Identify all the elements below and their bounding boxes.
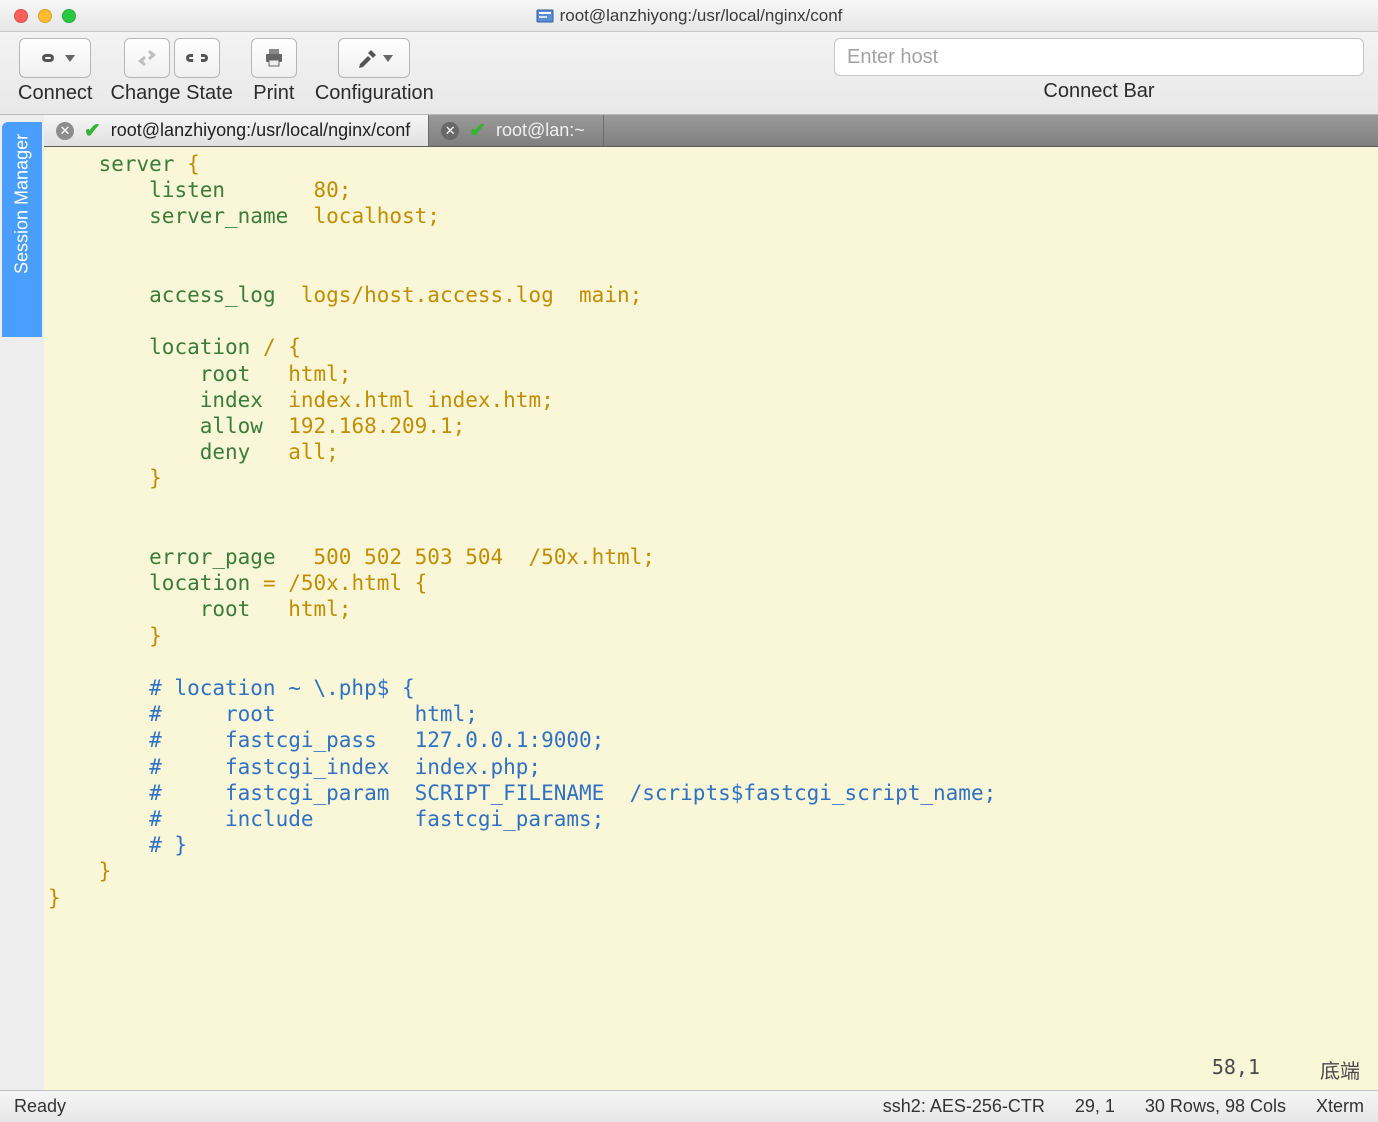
vim-status-line: 58,1 底端 xyxy=(1212,1055,1360,1084)
minimize-window-button[interactable] xyxy=(38,9,52,23)
chevron-down-icon xyxy=(383,55,393,62)
print-button[interactable] xyxy=(251,38,297,78)
vim-cursor-pos: 58,1 xyxy=(1212,1055,1260,1084)
tab-close-icon[interactable]: ✕ xyxy=(441,122,459,140)
tab-close-icon[interactable]: ✕ xyxy=(56,122,74,140)
host-input[interactable] xyxy=(834,38,1364,76)
reconnect-button[interactable] xyxy=(124,38,170,78)
tab-label: root@lan:~ xyxy=(496,120,585,141)
connected-check-icon: ✔ xyxy=(469,118,486,143)
status-term-size: 30 Rows, 98 Cols xyxy=(1145,1096,1286,1117)
change-state-label: Change State xyxy=(111,82,233,105)
session-manager-handle[interactable]: Session Manager xyxy=(2,122,42,337)
connect-bar-label: Connect Bar xyxy=(1043,80,1154,103)
printer-icon xyxy=(262,47,286,69)
connect-button[interactable] xyxy=(19,38,91,78)
print-group: Print xyxy=(251,38,297,105)
session-manager-label: Session Manager xyxy=(12,134,33,274)
app-icon xyxy=(536,7,554,25)
status-ready: Ready xyxy=(14,1096,66,1117)
tools-icon xyxy=(355,47,379,69)
tab-bar: ✕ ✔ root@lanzhiyong:/usr/local/nginx/con… xyxy=(44,115,1378,147)
window-title-text: root@lanzhiyong:/usr/local/nginx/conf xyxy=(560,6,843,26)
tab-label: root@lanzhiyong:/usr/local/nginx/conf xyxy=(111,120,410,141)
status-cursor: 29, 1 xyxy=(1075,1096,1115,1117)
traffic-lights xyxy=(14,9,76,23)
vim-scroll-pos: 底端 xyxy=(1320,1055,1360,1084)
reconnect-icon xyxy=(135,48,159,68)
workspace: ✕ ✔ root@lanzhiyong:/usr/local/nginx/con… xyxy=(0,115,1378,1090)
close-window-button[interactable] xyxy=(14,9,28,23)
window-title: root@lanzhiyong:/usr/local/nginx/conf xyxy=(0,6,1378,26)
change-state-group: Change State xyxy=(111,38,233,105)
zoom-window-button[interactable] xyxy=(62,9,76,23)
chevron-down-icon xyxy=(65,55,75,62)
configuration-label: Configuration xyxy=(315,82,434,105)
status-protocol: ssh2: AES-256-CTR xyxy=(883,1096,1045,1117)
disconnect-button[interactable] xyxy=(174,38,220,78)
print-label: Print xyxy=(253,82,294,105)
link-icon xyxy=(35,48,61,68)
connect-label: Connect xyxy=(18,82,93,105)
connected-check-icon: ✔ xyxy=(84,118,101,143)
configuration-group: Configuration xyxy=(315,38,434,105)
connect-group: Connect xyxy=(18,38,93,105)
status-bar: Ready ssh2: AES-256-CTR 29, 1 30 Rows, 9… xyxy=(0,1090,1378,1122)
disconnect-icon xyxy=(185,48,209,68)
connect-bar-group: Connect Bar xyxy=(834,38,1364,103)
configuration-button[interactable] xyxy=(338,38,410,78)
terminal-pane[interactable]: server { listen 80; server_name localhos… xyxy=(44,147,1378,1090)
toolbar: Connect Change Stat xyxy=(0,32,1378,115)
status-emulation: Xterm xyxy=(1316,1096,1364,1117)
tab-inactive[interactable]: ✕ ✔ root@lan:~ xyxy=(429,115,604,146)
window-titlebar: root@lanzhiyong:/usr/local/nginx/conf xyxy=(0,0,1378,32)
terminal-content: server { listen 80; server_name localhos… xyxy=(44,147,1378,915)
tab-active[interactable]: ✕ ✔ root@lanzhiyong:/usr/local/nginx/con… xyxy=(44,115,429,146)
